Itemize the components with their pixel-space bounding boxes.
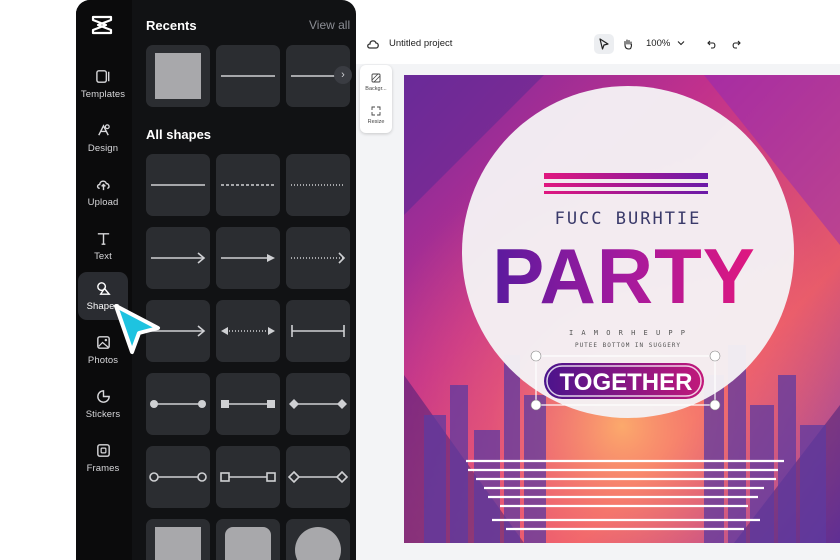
dotted-line-icon <box>291 184 345 186</box>
upload-cloud-icon <box>96 180 110 191</box>
shape-tile-square[interactable] <box>146 519 210 560</box>
sidebar-item-design[interactable]: Design <box>78 114 128 162</box>
resize-button[interactable]: Resize <box>360 106 392 125</box>
undo-icon <box>707 40 716 49</box>
shape-tile-dotted-line[interactable] <box>286 154 350 216</box>
shape-tile-hollow-square-connector[interactable] <box>216 446 280 508</box>
templates-icon <box>95 70 109 83</box>
shape-tile-line-arrow[interactable] <box>146 227 210 289</box>
shapes-panel: Recents View all › All shapes <box>132 0 356 560</box>
shape-tile-dot-connector[interactable] <box>146 373 210 435</box>
poster-small-line-1: I A M O R H E U P P <box>569 329 687 337</box>
poster-subtitle: FUCC BURHTIE <box>555 209 702 229</box>
scroll-right-button[interactable]: › <box>334 66 352 84</box>
zoom-level-dropdown[interactable]: 100% <box>646 38 670 49</box>
recent-line-tile[interactable] <box>216 45 280 107</box>
sidebar-item-frames[interactable]: Frames <box>78 434 128 482</box>
shape-tile-dashed-line[interactable] <box>216 154 280 216</box>
chevron-right-icon: › <box>341 69 345 81</box>
hand-icon <box>624 39 633 50</box>
shape-tile-bar-line[interactable] <box>286 300 350 362</box>
background-icon <box>371 73 381 83</box>
chevron-down-icon <box>677 41 685 46</box>
left-shell: Templates Design Upload Text Shapes Phot… <box>76 0 356 560</box>
photos-icon <box>96 336 110 349</box>
shapes-icon <box>96 282 111 295</box>
poster-artwork: FUCC BURHTIE PARTY I A M O R H E U P P P… <box>404 75 840 543</box>
sidebar-rail: Templates Design Upload Text Shapes Phot… <box>76 0 132 560</box>
redo-icon <box>732 40 741 49</box>
poster-canvas[interactable]: FUCC BURHTIE PARTY I A M O R H E U P P P… <box>404 75 840 543</box>
all-shapes-heading: All shapes <box>146 127 212 142</box>
poster-tagline: TOGETHER <box>560 369 693 396</box>
shape-tile-rounded-square[interactable] <box>216 519 280 560</box>
hollow-square-connector-icon <box>220 472 276 482</box>
solid-arrow-icon <box>221 254 275 262</box>
poster-title: PARTY <box>492 232 756 320</box>
resize-icon <box>371 106 381 116</box>
recents-heading: Recents <box>146 18 197 33</box>
hollow-dot-connector-icon <box>149 472 207 482</box>
design-icon <box>97 124 110 136</box>
poster-small-line-2: PUTEE BOTTOM IN SUGGERY <box>575 342 681 349</box>
project-title[interactable]: Untitled project <box>389 38 452 49</box>
square-shape-icon <box>155 527 201 560</box>
text-icon <box>97 233 109 245</box>
square-shape-icon <box>155 53 201 99</box>
square-connector-icon <box>221 400 275 408</box>
canvas-options-panel: Backgr... Resize <box>360 65 392 133</box>
open-arrow-icon <box>151 252 206 264</box>
select-tool-button[interactable] <box>594 34 614 54</box>
background-label: Backgr... <box>365 86 387 92</box>
recent-square-tile[interactable] <box>146 45 210 107</box>
shape-tile-hollow-diamond-connector[interactable] <box>286 446 350 508</box>
dotted-arrow-icon <box>291 252 346 264</box>
top-toolbar: Untitled project 100% <box>356 24 840 64</box>
cloud-save-icon[interactable] <box>366 37 380 51</box>
resize-label: Resize <box>367 119 385 125</box>
diamond-connector-icon <box>289 399 347 409</box>
cursor-pointer-icon <box>114 304 160 354</box>
hollow-diamond-connector-icon <box>287 470 349 484</box>
sidebar-item-label: Upload <box>87 197 119 208</box>
shape-tile-solid-arrow[interactable] <box>216 227 280 289</box>
frames-icon <box>96 444 110 457</box>
double-arrow-icon <box>221 327 275 335</box>
shape-tile-dotted-arrow[interactable] <box>286 227 350 289</box>
view-all-link[interactable]: View all <box>309 18 350 32</box>
stickers-icon <box>96 390 110 403</box>
sidebar-item-templates[interactable]: Templates <box>78 60 128 108</box>
sidebar-item-label: Photos <box>87 355 119 366</box>
pointer-icon <box>599 38 609 50</box>
app-root: Templates Design Upload Text Shapes Phot… <box>0 0 840 560</box>
dashed-line-icon <box>221 184 275 186</box>
hand-tool-button[interactable] <box>618 34 638 54</box>
rounded-square-icon <box>225 527 271 560</box>
shape-tile-double-arrow[interactable] <box>216 300 280 362</box>
shape-tile-diamond-connector[interactable] <box>286 373 350 435</box>
shape-tile-circle[interactable] <box>286 519 350 560</box>
sidebar-item-label: Stickers <box>85 409 121 420</box>
sidebar-item-label: Templates <box>80 89 126 100</box>
shape-tile-square-connector[interactable] <box>216 373 280 435</box>
capcut-logo <box>91 15 113 35</box>
bar-end-line-icon <box>291 325 345 337</box>
undo-button[interactable] <box>702 34 722 54</box>
solid-line-icon <box>151 184 205 186</box>
sidebar-item-stickers[interactable]: Stickers <box>78 380 128 428</box>
sidebar-item-text[interactable]: Text <box>78 222 128 270</box>
background-button[interactable]: Backgr... <box>360 73 392 92</box>
sidebar-item-label: Text <box>94 251 112 262</box>
line-shape-icon <box>221 75 275 77</box>
sidebar-item-label: Design <box>87 143 119 154</box>
sidebar-item-label: Frames <box>86 463 120 474</box>
shape-tile-hollow-dot-connector[interactable] <box>146 446 210 508</box>
redo-button[interactable] <box>726 34 746 54</box>
shape-tile-solid-line[interactable] <box>146 154 210 216</box>
dot-connector-icon <box>150 400 206 408</box>
sidebar-item-upload[interactable]: Upload <box>78 168 128 216</box>
circle-shape-icon <box>295 527 341 560</box>
